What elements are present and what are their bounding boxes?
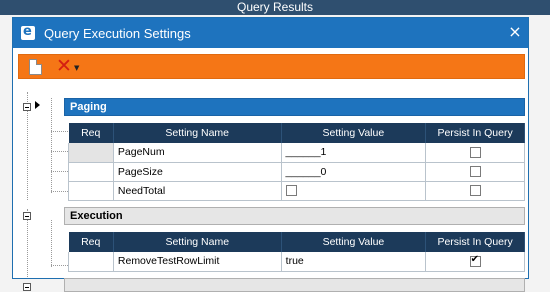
setting-name-cell: PageSize: [112, 162, 282, 182]
tree-line: [51, 131, 68, 132]
value-checkbox[interactable]: [285, 185, 297, 197]
new-document-icon[interactable]: [29, 59, 42, 75]
table-header-row: Req Setting Name Setting Value Persist I…: [68, 123, 525, 143]
column-header-req[interactable]: Req: [68, 232, 114, 252]
collapse-execution-icon[interactable]: [23, 212, 31, 220]
column-header-req[interactable]: Req: [68, 123, 114, 143]
background-window-title: Query Results: [236, 0, 314, 14]
setting-name-cell: PageNum: [112, 143, 282, 163]
delete-icon[interactable]: ✕: [56, 56, 72, 76]
dialog-header: Query Execution Settings ×: [13, 18, 528, 48]
tree-line: [51, 151, 68, 152]
column-header-setting-name[interactable]: Setting Name: [113, 123, 282, 143]
tree-line: [51, 220, 52, 267]
persist-checkbox[interactable]: [469, 254, 481, 267]
table-row[interactable]: RemoveTestRowLimit true: [68, 252, 525, 272]
toolbar: ✕ ▼: [18, 54, 525, 79]
tree-line: [51, 265, 68, 266]
chevron-down-icon[interactable]: ▼: [74, 64, 79, 72]
persist-cell: [425, 252, 525, 272]
setting-value-input[interactable]: ______0: [280, 162, 427, 182]
tree-line: [51, 98, 52, 193]
settings-grid: Paging Req Setting Name Setting Value Pe…: [18, 80, 525, 292]
persist-checkbox[interactable]: [469, 185, 481, 197]
persist-cell: [425, 181, 525, 201]
execution-settings-table: Req Setting Name Setting Value Persist I…: [68, 232, 525, 272]
row-indicator-icon: [35, 101, 40, 109]
setting-name-cell: NeedTotal: [112, 181, 282, 201]
setting-value-cell: [280, 181, 427, 201]
column-header-setting-name[interactable]: Setting Name: [113, 232, 282, 252]
req-cell[interactable]: [68, 181, 114, 201]
table-row[interactable]: PageNum ______1: [68, 143, 525, 163]
table-row[interactable]: NeedTotal: [68, 181, 525, 201]
setting-value-input[interactable]: true: [280, 252, 427, 272]
table-row[interactable]: PageSize ______0: [68, 162, 525, 182]
tree-line: [51, 191, 68, 192]
setting-value-input[interactable]: ______1: [280, 143, 427, 163]
collapse-group-icon[interactable]: [23, 283, 31, 291]
group-band-execution[interactable]: Execution: [64, 207, 525, 225]
setting-name-cell: RemoveTestRowLimit: [112, 252, 282, 272]
req-cell[interactable]: [68, 252, 114, 272]
column-header-setting-value[interactable]: Setting Value: [281, 123, 427, 143]
persist-checkbox[interactable]: [469, 146, 481, 158]
query-execution-settings-dialog: Query Execution Settings × ✕ ▼ Paging Re…: [12, 17, 529, 292]
app-logo-icon: [21, 24, 35, 40]
dialog-title: Query Execution Settings: [44, 26, 191, 41]
req-cell[interactable]: [68, 143, 114, 163]
req-cell[interactable]: [68, 162, 114, 182]
column-header-setting-value[interactable]: Setting Value: [281, 232, 427, 252]
table-header-row: Req Setting Name Setting Value Persist I…: [68, 232, 525, 252]
tree-line: [51, 171, 68, 172]
persist-cell: [425, 162, 525, 182]
close-icon[interactable]: ×: [506, 23, 524, 41]
paging-settings-table: Req Setting Name Setting Value Persist I…: [68, 123, 525, 201]
collapse-paging-icon[interactable]: [23, 103, 31, 111]
group-band-next[interactable]: [64, 278, 525, 292]
persist-cell: [425, 143, 525, 163]
persist-checkbox[interactable]: [469, 166, 481, 178]
column-header-persist[interactable]: Persist In Query: [425, 123, 525, 143]
column-header-persist[interactable]: Persist In Query: [425, 232, 525, 252]
group-band-paging[interactable]: Paging: [64, 98, 525, 116]
